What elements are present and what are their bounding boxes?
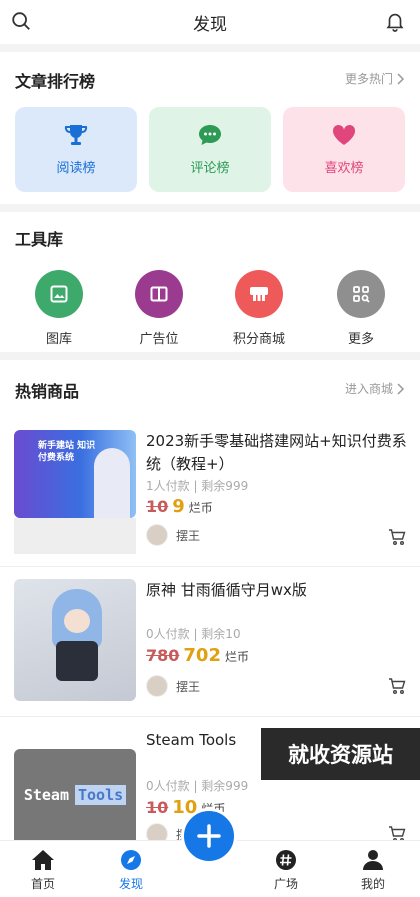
avatar: [146, 675, 168, 697]
thumbnail-placeholder: [14, 518, 136, 554]
search-icon[interactable]: [10, 10, 32, 32]
tool-more-circle: [337, 270, 385, 318]
hot-more-link[interactable]: 进入商城: [345, 380, 405, 397]
product-stats: 0人付款 | 剩余999: [146, 779, 249, 793]
seller-name: 摆王: [176, 679, 201, 694]
cart-icon[interactable]: [388, 528, 406, 546]
watermark: 就收资源站: [261, 728, 420, 780]
tool-more[interactable]: 更多: [326, 270, 396, 347]
tab-discover[interactable]: 发现: [96, 849, 166, 892]
rank-like-label: 喜欢榜: [324, 161, 364, 176]
compass-icon: [121, 850, 141, 870]
book-icon: [150, 286, 168, 302]
hot-header: 热销商品 进入商城: [0, 360, 420, 412]
create-post-button[interactable]: [181, 808, 237, 864]
tab-square-label: 广场: [273, 877, 298, 891]
tool-more-label: 更多: [347, 332, 374, 347]
product-thumbnail: Steam Tools: [14, 749, 136, 841]
product-card[interactable]: 原神 甘雨循循守月wx版 0人付款 | 剩余10 780 702 烂币 摆王: [0, 566, 420, 716]
hashtag-icon: [276, 850, 296, 870]
top-bar: 发现: [0, 0, 420, 44]
page-title: 发现: [193, 14, 227, 35]
original-price: 10: [146, 798, 169, 817]
hot-more-label: 进入商城: [344, 382, 393, 396]
seller: 摆王: [146, 524, 200, 546]
tab-mine[interactable]: 我的: [338, 849, 408, 892]
tool-adspace-label: 广告位: [139, 332, 179, 347]
product-thumbnail: [14, 579, 136, 701]
tool-points-mall-circle: [235, 270, 283, 318]
product-name: 2023新手零基础搭建网站+知识付费系统（教程+）: [146, 432, 407, 473]
ranking-more-link[interactable]: 更多热门: [345, 70, 405, 87]
ranking-more-label: 更多热门: [344, 72, 393, 86]
product-price: 10 9 烂币: [146, 496, 213, 517]
rank-comment-label: 评论榜: [190, 161, 230, 176]
tab-mine-label: 我的: [360, 877, 385, 891]
figure-face: [64, 609, 90, 633]
product-card[interactable]: 新手建站 知识付费系统 2023新手零基础搭建网站+知识付费系统（教程+） 1人…: [0, 412, 420, 566]
rank-like-button[interactable]: 喜欢榜: [283, 107, 405, 192]
tools-title: 工具库: [15, 230, 64, 249]
avatar: [146, 524, 168, 546]
bell-icon[interactable]: [384, 10, 406, 32]
sale-price: 9: [172, 496, 185, 517]
user-icon: [363, 850, 383, 870]
tab-discover-label: 发现: [118, 877, 143, 891]
store-icon: [250, 287, 268, 301]
thumbnail-text-tools: Tools: [75, 785, 127, 805]
currency-unit: 烂币: [224, 650, 249, 664]
sale-price: 702: [183, 645, 221, 666]
product-thumbnail: 新手建站 知识付费系统: [14, 430, 136, 518]
seller: 摆王: [146, 675, 200, 697]
chevron-right-icon: [397, 72, 405, 85]
chat-bubble-icon: [199, 125, 221, 145]
product-price: 780 702 烂币: [146, 645, 249, 666]
rank-comment-button[interactable]: 评论榜: [149, 107, 271, 192]
tab-home-label: 首页: [30, 877, 55, 891]
product-stats: 0人付款 | 剩余10: [146, 627, 241, 641]
thumbnail-caption: 新手建站 知识付费系统: [38, 441, 96, 463]
thumbnail-person: [94, 448, 130, 518]
search-grid-icon: [353, 286, 370, 303]
tool-points-mall[interactable]: 积分商城: [224, 270, 294, 347]
heart-icon: [332, 124, 356, 145]
rank-read-button[interactable]: 阅读榜: [15, 107, 137, 192]
chevron-right-icon: [397, 382, 405, 395]
thumbnail-text-steam: Steam: [23, 786, 69, 804]
home-icon: [32, 850, 54, 870]
product-stats: 1人付款 | 剩余999: [146, 479, 249, 493]
tab-square[interactable]: 广场: [251, 849, 321, 892]
figure-body: [56, 641, 98, 681]
tool-gallery-circle: [35, 270, 83, 318]
tool-gallery[interactable]: 图库: [24, 270, 94, 347]
tool-gallery-label: 图库: [45, 332, 72, 347]
tool-adspace-circle: [135, 270, 183, 318]
ranking-card: 文章排行榜 更多热门 阅读榜 评论榜 喜欢榜: [0, 52, 420, 204]
currency-unit: 烂币: [188, 501, 213, 515]
ranking-title: 文章排行榜: [15, 72, 96, 91]
cart-icon[interactable]: [388, 677, 406, 695]
plus-icon: [197, 824, 221, 848]
tool-adspace[interactable]: 广告位: [124, 270, 194, 347]
tool-points-mall-label: 积分商城: [232, 332, 285, 347]
hot-title: 热销商品: [15, 382, 80, 401]
seller-name: 摆王: [176, 528, 201, 543]
image-icon: [50, 285, 68, 303]
tools-card: 工具库 图库 广告位 积分商城 更多: [0, 212, 420, 352]
original-price: 10: [146, 497, 169, 516]
rank-read-label: 阅读榜: [56, 161, 96, 176]
tab-home[interactable]: 首页: [8, 849, 78, 892]
product-name: 原神 甘雨循循守月wx版: [146, 581, 307, 599]
trophy-icon: [64, 125, 88, 145]
original-price: 780: [146, 646, 180, 665]
